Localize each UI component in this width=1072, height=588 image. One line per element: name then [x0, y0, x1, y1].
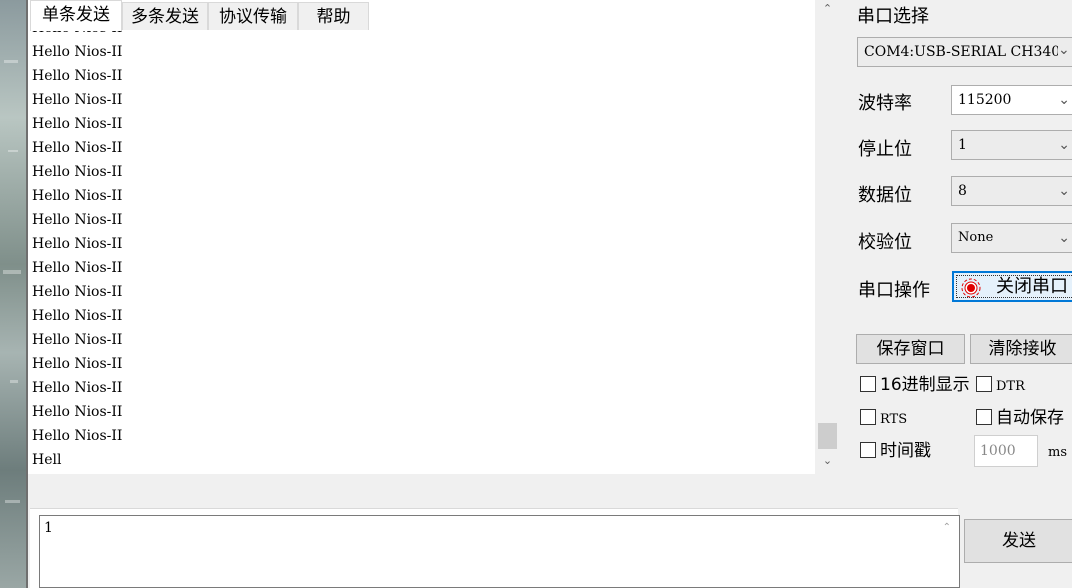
- save-window-button[interactable]: 保存窗口: [856, 334, 965, 364]
- receive-line: Hello Nios-II: [32, 68, 123, 84]
- port-select-value: COM4:USB-SERIAL CH340: [864, 44, 1061, 60]
- receive-line: Hello Nios-II: [32, 356, 123, 372]
- receive-line: Hello Nios-II: [32, 164, 123, 180]
- red-led-icon: [961, 278, 981, 298]
- send-input[interactable]: 1 ⌃: [39, 515, 960, 588]
- timestamp-checkbox[interactable]: 时间戳: [860, 441, 931, 461]
- port-select-label: 串口选择: [857, 6, 929, 27]
- auto-save-label: 自动保存: [996, 408, 1064, 428]
- hex-display-label: 16进制显示: [880, 375, 970, 395]
- port-op-label: 串口操作: [858, 280, 930, 301]
- baud-chevron-down-icon: ⌄: [1058, 92, 1070, 108]
- receive-scrollbar[interactable]: ⌃ ⌄: [815, 0, 840, 474]
- receive-line: Hello Nios-II: [32, 284, 123, 300]
- receive-line: Hello Nios-II: [32, 260, 123, 276]
- receive-line: Hello Nios-II: [32, 428, 123, 444]
- scroll-down-arrow-icon[interactable]: ⌄: [815, 452, 840, 469]
- timestamp-interval-input[interactable]: 1000: [974, 435, 1038, 467]
- parity-select[interactable]: None ⌄: [951, 223, 1072, 253]
- baud-label: 波特率: [858, 93, 912, 114]
- port-select[interactable]: COM4:USB-SERIAL CH340: [857, 37, 1072, 67]
- receive-line: Hello Nios-II: [32, 404, 123, 420]
- tab-single-send[interactable]: 单条发送: [30, 0, 122, 31]
- receive-line: Hello Nios-II: [32, 116, 123, 132]
- receive-line: Hello Nios-II: [32, 332, 123, 348]
- clear-receive-button[interactable]: 清除接收: [970, 334, 1072, 364]
- dtr-label: DTR: [996, 379, 1025, 394]
- desktop-background: [0, 0, 28, 588]
- receive-line: Hell: [32, 452, 62, 468]
- receive-line: Hello Nios-II: [32, 140, 123, 156]
- receive-line: Hello Nios-II: [32, 236, 123, 252]
- port-chevron-down-icon: ⌄: [1058, 42, 1070, 58]
- rts-checkbox[interactable]: RTS: [860, 408, 907, 430]
- auto-save-checkbox[interactable]: 自动保存: [976, 408, 1064, 428]
- send-text: 1: [44, 520, 53, 536]
- receive-line: Hello Nios-II: [32, 188, 123, 204]
- data-bits-select[interactable]: 8 ⌄: [951, 176, 1072, 206]
- scroll-thumb[interactable]: [818, 423, 837, 449]
- receive-line: Hello Nios-II: [32, 380, 123, 396]
- hex-display-box[interactable]: [860, 376, 876, 392]
- dtr-box[interactable]: [976, 376, 992, 392]
- baud-select[interactable]: 115200 ⌄: [951, 85, 1072, 115]
- auto-save-box[interactable]: [976, 409, 992, 425]
- rts-label: RTS: [880, 412, 908, 427]
- scroll-up-arrow-icon[interactable]: ⌃: [815, 0, 840, 17]
- dtr-checkbox[interactable]: DTR: [976, 375, 1025, 397]
- timestamp-box[interactable]: [860, 442, 876, 458]
- receive-line: Hello Nios-II: [32, 92, 123, 108]
- stop-bits-label: 停止位: [858, 139, 912, 160]
- hex-display-checkbox[interactable]: 16进制显示: [860, 375, 970, 395]
- stop-bits-select[interactable]: 1 ⌄: [951, 130, 1072, 160]
- close-port-label: 关闭串口: [996, 276, 1068, 297]
- interval-unit: ms: [1048, 445, 1067, 460]
- data-bits-label: 数据位: [858, 185, 912, 206]
- parity-value: None: [958, 230, 994, 245]
- stop-bits-value: 1: [958, 137, 967, 153]
- receive-text: Hello Nios-II Hello Nios-II Hello Nios-II H…: [32, 0, 812, 472]
- receive-line: Hello Nios-II: [32, 44, 123, 60]
- parity-chevron-down-icon: ⌄: [1058, 230, 1070, 246]
- rts-box[interactable]: [860, 409, 876, 425]
- receive-line: Hello Nios-II: [32, 308, 123, 324]
- receive-line: Hello Nios-II: [32, 212, 123, 228]
- data-bits-value: 8: [958, 183, 967, 199]
- timestamp-label: 时间戳: [880, 441, 931, 461]
- tab-multi-send[interactable]: 多条发送: [122, 2, 208, 30]
- parity-label: 校验位: [858, 232, 912, 253]
- receive-area[interactable]: Hello Nios-II Hello Nios-II Hello Nios-II H…: [28, 0, 840, 474]
- send-scroll-up-icon[interactable]: ⌃: [943, 522, 951, 533]
- tab-protocol[interactable]: 协议传输: [208, 2, 298, 30]
- stop-chevron-down-icon: ⌄: [1058, 137, 1070, 153]
- send-button[interactable]: 发送: [964, 519, 1072, 563]
- baud-value: 115200: [958, 92, 1012, 108]
- tab-help[interactable]: 帮助: [298, 2, 369, 30]
- close-port-button[interactable]: 关闭串口: [952, 271, 1072, 302]
- data-chevron-down-icon: ⌄: [1058, 183, 1070, 199]
